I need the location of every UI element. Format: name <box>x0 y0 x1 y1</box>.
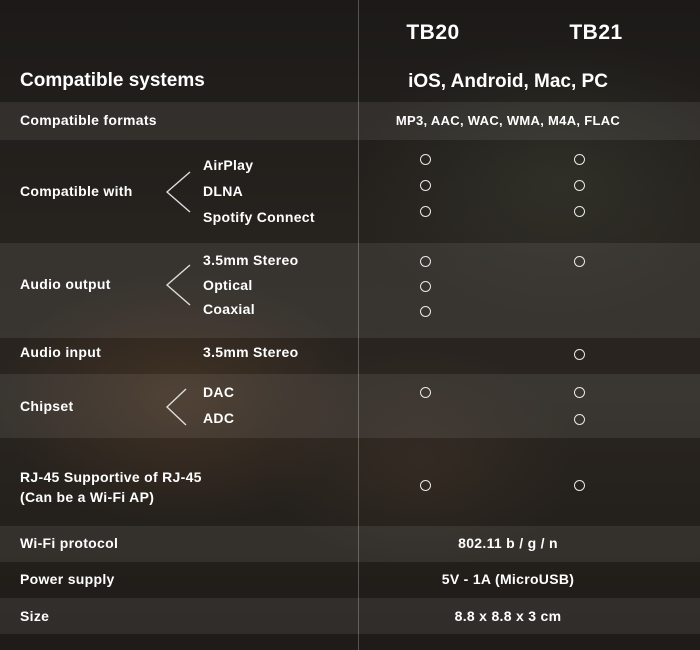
supported-icon-tb21-rj45 <box>574 480 585 491</box>
row-label-rj45-note: (Can be a Wi-Fi AP) <box>20 489 155 505</box>
row-value-systems: iOS, Android, Mac, PC <box>408 71 608 92</box>
row-label-compatible-with: Compatible with <box>20 183 133 199</box>
supported-icon-tb21-adc <box>574 414 585 425</box>
row-band-chipset <box>0 374 700 438</box>
supported-icon-tb20-coaxial <box>420 306 431 317</box>
sub-item-airplay: AirPlay <box>203 157 254 173</box>
left-chevron-icon <box>165 171 191 213</box>
spec-comparison-table: { "header": { "col1": "TB20", "col2": "T… <box>0 0 700 650</box>
row-band-size <box>0 598 700 634</box>
sub-item-3-5mm-stereo-out: 3.5mm Stereo <box>203 252 299 268</box>
row-value-formats: MP3, AAC, WAC, WMA, M4A, FLAC <box>395 113 621 128</box>
row-value-power: 5V - 1A (MicroUSB) <box>441 571 575 587</box>
sub-item-spotify-connect: Spotify Connect <box>203 209 315 225</box>
row-label-rj45: RJ-45 Supportive of RJ-45 <box>20 469 202 485</box>
supported-icon-tb20-dlna <box>420 180 431 191</box>
supported-icon-tb21-stereo-out <box>574 256 585 267</box>
row-label-power: Power supply <box>20 571 115 587</box>
row-value-size: 8.8 x 8.8 x 3 cm <box>454 608 562 624</box>
row-label-formats: Compatible formats <box>20 112 157 128</box>
column-header-tb20: TB20 <box>406 21 460 44</box>
supported-icon-tb21-stereo-in <box>574 349 585 360</box>
left-chevron-icon <box>165 264 191 306</box>
supported-icon-tb21-spotify <box>574 206 585 217</box>
column-divider <box>358 0 359 650</box>
row-label-chipset: Chipset <box>20 398 74 414</box>
sub-item-dlna: DLNA <box>203 183 244 199</box>
supported-icon-tb21-dac <box>574 387 585 398</box>
row-value-wifi: 802.11 b / g / n <box>458 535 558 551</box>
left-chevron-icon <box>165 388 187 426</box>
row-label-wifi: Wi-Fi protocol <box>20 535 119 551</box>
supported-icon-tb20-rj45 <box>420 480 431 491</box>
supported-icon-tb21-airplay <box>574 154 585 165</box>
row-label-audio-input: Audio input <box>20 344 102 360</box>
supported-icon-tb21-dlna <box>574 180 585 191</box>
sub-item-optical: Optical <box>203 277 253 293</box>
column-header-tb21: TB21 <box>569 21 623 44</box>
row-label-size: Size <box>20 608 50 624</box>
row-label-systems: Compatible systems <box>20 70 205 91</box>
sub-item-adc: ADC <box>203 410 235 426</box>
sub-item-coaxial: Coaxial <box>203 301 255 317</box>
sub-item-3-5mm-stereo-in: 3.5mm Stereo <box>203 344 299 360</box>
row-label-audio-output: Audio output <box>20 276 111 292</box>
supported-icon-tb20-dac <box>420 387 431 398</box>
supported-icon-tb20-spotify <box>420 206 431 217</box>
supported-icon-tb20-optical <box>420 281 431 292</box>
sub-item-dac: DAC <box>203 384 235 400</box>
supported-icon-tb20-airplay <box>420 154 431 165</box>
supported-icon-tb20-stereo-out <box>420 256 431 267</box>
